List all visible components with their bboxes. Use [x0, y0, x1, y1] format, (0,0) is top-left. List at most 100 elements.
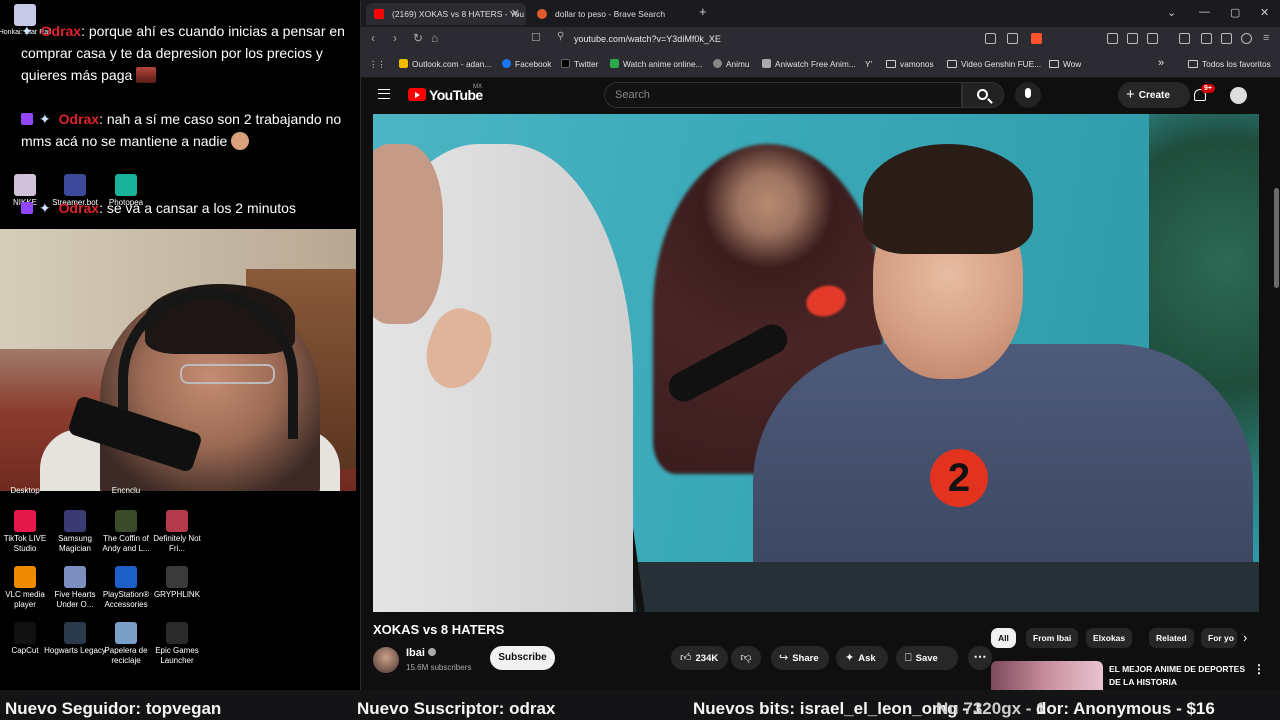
maximize-button[interactable]: ▢: [1230, 6, 1240, 19]
all-bookmarks[interactable]: Todos los favoritos: [1188, 59, 1271, 69]
bookmark-label: Todos los favoritos: [1202, 59, 1271, 69]
bookmark-label: Twitter: [574, 59, 599, 69]
search-input[interactable]: Search: [604, 82, 962, 108]
chat-message: ✦ Odrax: nah a sí me caso son 2 trabajan…: [21, 108, 351, 152]
app-icon: [14, 510, 36, 532]
bookmark-folder-wow[interactable]: Wow: [1049, 59, 1081, 69]
bookmark-animu[interactable]: Animu: [713, 59, 750, 69]
thumbs-down-icon: 👎︎: [740, 652, 752, 664]
cast-icon[interactable]: [985, 33, 996, 44]
subscriber-count: 15.6M subscribers: [406, 663, 472, 672]
search-button[interactable]: [962, 82, 1004, 108]
hamburger-menu-icon[interactable]: [378, 89, 390, 99]
folder-icon: [1049, 60, 1059, 68]
chip-all[interactable]: All: [991, 628, 1016, 648]
desktop-icon[interactable]: GRYPHLINK: [146, 566, 208, 600]
forward-icon[interactable]: ›: [393, 31, 397, 45]
recommended-title[interactable]: EL MEJOR ANIME DE DEPORTES DE LA HISTORI…: [1109, 663, 1249, 689]
emote-icon: [136, 67, 157, 83]
desktop-icon-desktop[interactable]: Desktop: [0, 486, 56, 496]
extensions-icon[interactable]: [1127, 33, 1138, 44]
chip-related[interactable]: Related: [1149, 628, 1194, 648]
desktop-icon-encnclu[interactable]: Encnclu: [95, 486, 157, 496]
scrollbar[interactable]: [1274, 188, 1279, 288]
music-icon[interactable]: [1179, 33, 1190, 44]
tab-youtube[interactable]: (2169) XOKAS vs 8 HATERS - You ✕: [366, 3, 526, 25]
x-icon: [561, 59, 570, 68]
bookmark-folder-vamonos[interactable]: vamonos: [886, 59, 934, 69]
close-window-button[interactable]: ✕: [1260, 6, 1269, 19]
chat-text: : se va a cansar a los 2 minutos: [99, 200, 296, 216]
sidebar-icon[interactable]: [1201, 33, 1212, 44]
url-field[interactable]: youtube.com/watch?v=Y3diMf0k_XE: [574, 34, 721, 44]
bookmarks-overflow-button[interactable]: »: [1158, 57, 1164, 69]
create-button[interactable]: + Create: [1118, 82, 1190, 108]
channel-name[interactable]: Ibai: [406, 647, 436, 659]
channel-name-text: Ibai: [406, 647, 425, 659]
chat-username: Odrax: [40, 23, 82, 39]
channel-avatar[interactable]: [373, 647, 399, 673]
desktop-icon[interactable]: Definitely Not Fri...: [146, 510, 208, 554]
brave-shields-icon[interactable]: [1031, 33, 1042, 44]
site-info-icon[interactable]: ⚲: [557, 31, 564, 42]
youtube-icon: [374, 9, 384, 19]
back-icon[interactable]: ‹: [371, 31, 375, 45]
minimize-button[interactable]: —: [1199, 6, 1210, 18]
like-count: 234K: [695, 653, 719, 664]
chip-elxokas[interactable]: Elxokas: [1086, 628, 1133, 648]
bookmark-aniwatch[interactable]: Aniwatch Free Anim...: [762, 59, 856, 69]
bookmark-outlook[interactable]: Outlook.com - adan...: [399, 59, 491, 69]
bookmark-label: Outlook.com - adan...: [412, 59, 492, 69]
chip-from-ibai[interactable]: From Ibai: [1026, 628, 1079, 648]
extension-icon[interactable]: [1107, 33, 1118, 44]
search-icon: [977, 89, 988, 100]
leo-ai-icon[interactable]: [1221, 33, 1232, 44]
voice-search-button[interactable]: [1015, 82, 1041, 108]
desktop-icon[interactable]: Epic Games Launcher: [146, 622, 208, 666]
bookmark-watch-anime[interactable]: Watch anime online...: [610, 59, 702, 69]
screenshot-icon[interactable]: [1147, 33, 1158, 44]
bookmark-ytm[interactable]: Y': [865, 59, 872, 69]
chip-for-you[interactable]: For yo: [1201, 628, 1237, 648]
like-button[interactable]: 👍︎ 234K: [671, 646, 728, 670]
recommended-video[interactable]: EL MEJOR ANIME DE DEPORTES DE LA HISTORI…: [991, 661, 1271, 691]
bookmark-twitter[interactable]: Twitter: [561, 59, 598, 69]
share-button[interactable]: ↪ Share: [771, 646, 829, 670]
menu-icon[interactable]: ≡: [1263, 32, 1269, 44]
subscribe-button[interactable]: Subscribe: [490, 646, 555, 670]
bookmark-icon[interactable]: ☐: [531, 31, 541, 44]
app-icon: [14, 622, 36, 644]
tab-search-button[interactable]: ⌄: [1167, 6, 1176, 19]
youtube-logo-icon[interactable]: [408, 88, 426, 101]
app-icon: [115, 566, 137, 588]
close-icon[interactable]: ✕: [511, 3, 520, 25]
apps-icon[interactable]: ⋮⋮: [369, 59, 386, 69]
new-tab-button[interactable]: +: [699, 4, 707, 19]
more-options-icon[interactable]: ⋮: [1253, 662, 1265, 676]
verified-icon: [427, 648, 436, 656]
more-actions-icon[interactable]: ⋯: [968, 646, 992, 670]
account-avatar[interactable]: [1230, 87, 1247, 104]
ask-button[interactable]: ✦ Ask: [836, 646, 888, 670]
video-player[interactable]: 2: [373, 114, 1259, 612]
recommended-thumbnail[interactable]: [991, 661, 1103, 691]
outlook-icon: [399, 59, 408, 68]
photopea-icon: [115, 174, 137, 196]
bookmark-facebook[interactable]: Facebook: [502, 59, 551, 69]
stream-overlay: Honkai: Star Rail ✦ Odrax: porque ahí es…: [0, 0, 360, 690]
share-page-icon[interactable]: [1007, 33, 1018, 44]
address-bar: ‹ › ↻ ⌂ ☐ ⚲ youtube.com/watch?v=Y3diMf0k…: [361, 27, 1280, 51]
tab-brave-search[interactable]: dollar to peso - Brave Search: [529, 3, 689, 25]
bookmark-folder-genshin[interactable]: Video Genshin FUE...: [947, 59, 1041, 69]
home-icon[interactable]: ⌂: [431, 31, 438, 45]
youtube-page: YouTube MX Search + Create 9+ 2 XOKAS vs…: [361, 78, 1280, 691]
vpn-icon[interactable]: [1241, 33, 1252, 44]
reload-icon[interactable]: ↻: [413, 31, 423, 45]
app-icon: [115, 510, 137, 532]
chevron-right-icon[interactable]: ›: [1243, 630, 1247, 645]
save-label: Save: [915, 653, 938, 664]
save-button[interactable]: ⎕ Save: [896, 646, 958, 670]
desktop-icon-label: GRYPHLINK: [153, 590, 201, 599]
app-icon: [115, 622, 137, 644]
dislike-button[interactable]: 👎︎: [731, 646, 761, 670]
